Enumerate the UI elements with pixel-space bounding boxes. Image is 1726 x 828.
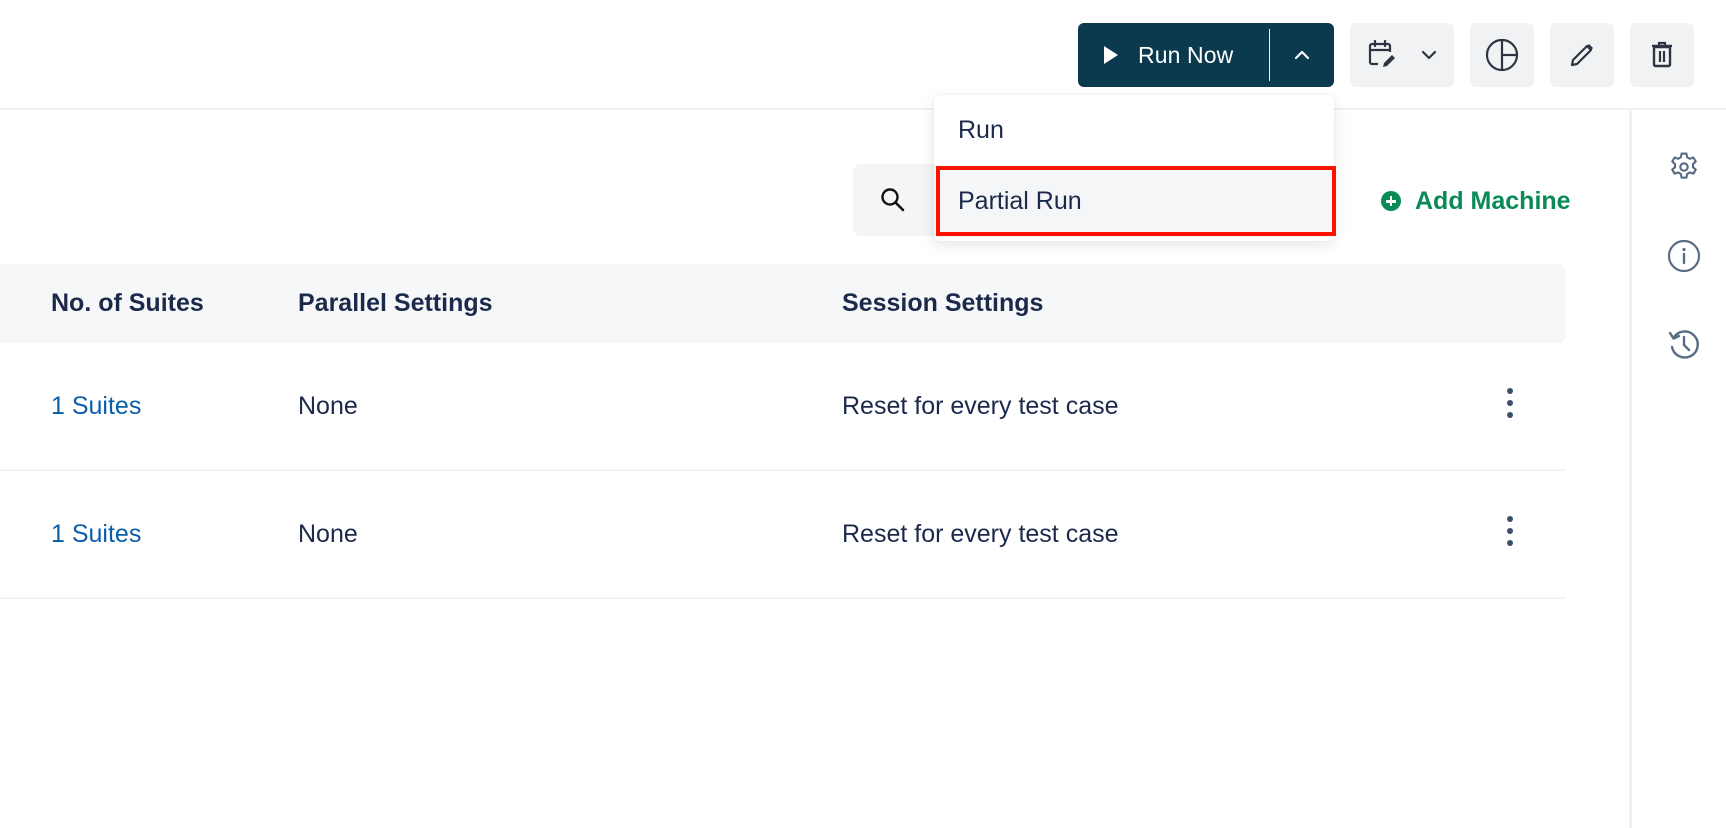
search-icon <box>881 188 905 212</box>
row-actions-menu-button[interactable] <box>1496 383 1524 423</box>
run-now-split-button[interactable]: Run Now <box>1078 23 1334 87</box>
history-button[interactable] <box>1666 326 1702 362</box>
session-settings-cell: Reset for every test case <box>842 519 1119 548</box>
parallel-settings-cell: None <box>298 519 358 548</box>
column-header-session-settings[interactable]: Session Settings <box>842 264 1043 343</box>
kebab-dot <box>1507 412 1513 418</box>
chevron-down-icon <box>1421 50 1437 60</box>
calendar-edit-icon <box>1368 40 1395 67</box>
column-header-suites[interactable]: No. of Suites <box>51 264 204 343</box>
kebab-dot <box>1507 540 1513 546</box>
run-options-menu: Run Partial Run <box>934 95 1334 241</box>
table-header: No. of Suites Parallel Settings Session … <box>0 264 1566 343</box>
schedule-button[interactable] <box>1350 23 1454 87</box>
info-icon <box>1667 239 1701 273</box>
delete-button[interactable] <box>1630 23 1694 87</box>
run-now-label: Run Now <box>1138 41 1234 68</box>
parallel-settings-cell: None <box>298 391 358 420</box>
plus-circle-icon <box>1381 191 1401 211</box>
kebab-dot <box>1507 516 1513 522</box>
menu-item-run[interactable]: Run <box>934 95 1334 166</box>
run-now-button[interactable]: Run Now <box>1078 23 1269 87</box>
pie-chart-icon <box>1485 38 1519 72</box>
table-row: 1 Suites None Reset for every test case <box>0 343 1566 471</box>
report-button[interactable] <box>1470 23 1534 87</box>
column-header-parallel-settings[interactable]: Parallel Settings <box>298 264 493 343</box>
suites-link[interactable]: 1 Suites <box>51 471 141 597</box>
trash-icon <box>1652 41 1672 68</box>
row-actions-menu-button[interactable] <box>1496 511 1524 551</box>
edit-button[interactable] <box>1550 23 1614 87</box>
suites-link[interactable]: 1 Suites <box>51 343 141 469</box>
table-row: 1 Suites None Reset for every test case <box>0 471 1566 599</box>
kebab-dot <box>1507 388 1513 394</box>
chevron-up-icon <box>1294 50 1310 60</box>
session-settings-cell: Reset for every test case <box>842 391 1119 420</box>
kebab-dot <box>1507 400 1513 406</box>
run-options-toggle[interactable] <box>1270 23 1334 87</box>
settings-button[interactable] <box>1666 149 1702 185</box>
top-toolbar: Run Now <box>0 0 1726 110</box>
add-machine-label: Add Machine <box>1415 186 1571 215</box>
gear-icon <box>1671 152 1697 179</box>
play-icon <box>1104 46 1118 64</box>
right-sidebar <box>1629 111 1726 828</box>
add-machine-button[interactable]: Add Machine <box>1381 184 1571 218</box>
menu-item-partial-run[interactable]: Partial Run <box>934 166 1334 237</box>
info-button[interactable] <box>1666 238 1702 274</box>
pencil-icon <box>1570 44 1593 67</box>
history-icon <box>1668 330 1699 359</box>
kebab-dot <box>1507 528 1513 534</box>
